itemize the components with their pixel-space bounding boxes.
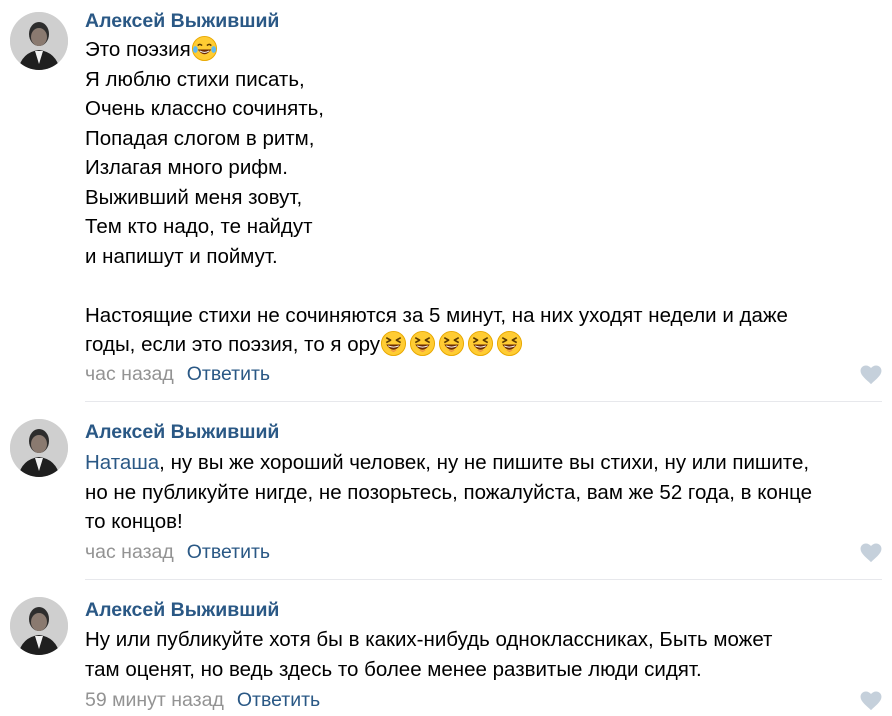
comment-line: но не публикуйте нигде, не позорьтесь, п… [85,480,813,504]
comment-text: Это поэзия Я люблю стихи писать, Очень к… [85,35,885,360]
avatar[interactable] [10,12,68,70]
comment-author[interactable]: Алексей Выживший [85,420,279,444]
reply-button[interactable]: Ответить [187,363,270,385]
heart-icon[interactable] [860,691,882,711]
comment-line: и напишут и поймут. [85,244,278,268]
heart-icon[interactable] [860,365,882,385]
comment-line: Тем кто надо, те найдут [85,215,313,238]
mention-link[interactable]: Наташа [85,451,159,474]
comment-line: Попадая слогом в ритм, [85,126,315,150]
comment-line: Излагая много рифм. [85,156,288,179]
divider [85,401,882,402]
comment-author[interactable]: Алексей Выживший [85,598,279,622]
comment-line: Это поэзия [85,38,191,61]
comment-line: там оценят, но ведь здесь то более менее… [85,657,702,681]
laughing-emoji [381,330,407,357]
comment-text: Наташа, ну вы же хороший человек, ну не … [85,448,885,537]
comment-text: Ну или публикуйте хотя бы в каких-нибудь… [85,625,885,684]
divider [85,579,882,580]
comment-meta: час назад Ответить [85,362,270,386]
laughing-emoji [410,330,436,357]
comment-line: Настоящие стихи не сочиняются за 5 минут… [85,303,788,327]
comment-line: , ну вы же хороший человек, ну не пишите… [159,451,810,474]
avatar[interactable] [10,419,68,477]
comment-meta: 59 минут назад Ответить [85,688,320,712]
reply-button[interactable]: Ответить [187,541,270,563]
comment-time[interactable]: час назад [85,363,174,385]
comment-line: Очень классно сочинять, [85,97,324,120]
comment-time[interactable]: 59 минут назад [85,689,224,711]
comment-line: годы, если это поэзия, то я ору [85,333,381,356]
comment-line: Ну или публикуйте хотя бы в каких-нибудь… [85,628,773,651]
comment-line: то концов! [85,510,183,533]
laughing-emoji-group [380,330,525,357]
laughing-emoji [468,330,494,357]
laughing-emoji [439,330,465,357]
comment-author[interactable]: Алексей Выживший [85,9,279,33]
comment-line: Выживший меня зовут, [85,185,303,209]
reply-button[interactable]: Ответить [237,689,320,711]
avatar[interactable] [10,597,68,655]
comment-line: Я люблю стихи писать, [85,67,305,91]
heart-icon[interactable] [860,543,882,563]
laughing-emoji [497,330,523,357]
comment-time[interactable]: час назад [85,541,174,563]
tears-of-joy-emoji [191,35,217,62]
comment-meta: час назад Ответить [85,540,270,564]
